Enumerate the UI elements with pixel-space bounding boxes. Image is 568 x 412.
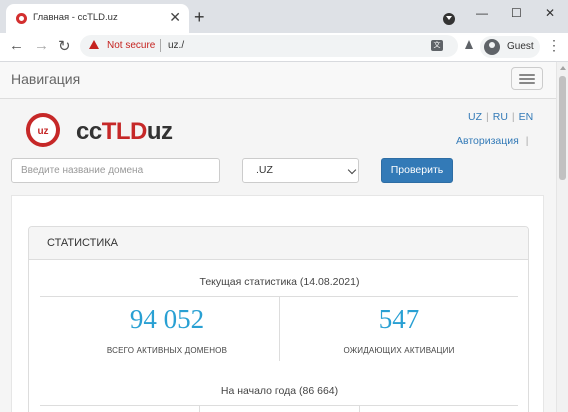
close-window-button[interactable]: ✕ [545, 6, 555, 20]
content-area: СТАТИСТИКА Текущая статистика (14.08.202… [11, 195, 544, 412]
address-separator [160, 39, 161, 52]
profile-label: Guest [507, 41, 534, 52]
browser-tab[interactable]: Главная - ccTLD.uz ✕ [6, 4, 189, 33]
zone-select[interactable]: .UZ [242, 158, 359, 183]
site-favicon-icon [16, 13, 27, 24]
active-domains-value: 94 052 [129, 304, 205, 334]
logo-text-tld: TLD [101, 118, 148, 145]
translate-icon[interactable]: 文 [431, 40, 443, 51]
hamburger-bar [519, 74, 535, 76]
menu-toggle-button[interactable] [511, 67, 543, 90]
browser-toolbar: ← → ↻ Not secure uz./ 文 Guest ⋮ [0, 33, 568, 62]
tab-title: Главная - ccTLD.uz [33, 12, 118, 23]
domain-search-input[interactable]: Введите название домена [11, 158, 220, 183]
avatar-icon [484, 39, 500, 55]
security-status[interactable]: Not secure [107, 40, 155, 51]
stats-title: СТАТИСТИКА [47, 237, 118, 249]
pending-value: 547 [378, 304, 420, 334]
address-bar[interactable]: Not secure uz./ 文 [80, 35, 458, 57]
back-button[interactable]: ← [9, 37, 24, 54]
column-divider [359, 405, 360, 412]
divider [40, 405, 518, 406]
logo-badge: uz [37, 126, 49, 137]
column-divider [199, 405, 200, 412]
browser-menu-icon[interactable]: ⋮ [547, 38, 561, 52]
check-domain-button[interactable]: Проверить [381, 158, 453, 183]
auth-link[interactable]: Авторизация [456, 135, 519, 147]
scroll-up-arrow-icon[interactable] [560, 66, 566, 70]
page-scrollbar[interactable] [556, 62, 568, 412]
logo-wordmark: ccTLDuz [76, 118, 173, 146]
language-switcher: UZ | RU | EN [468, 111, 534, 123]
hamburger-bar [519, 82, 535, 84]
stats-panel: СТАТИСТИКА Текущая статистика (14.08.202… [28, 226, 529, 412]
navbar-brand[interactable]: Навигация [11, 71, 80, 87]
new-tab-button[interactable]: + [194, 7, 205, 27]
auth-separator: | [525, 135, 529, 147]
logo-emblem-icon: uz [26, 113, 60, 147]
minimize-button[interactable]: — [476, 6, 488, 20]
warning-icon[interactable] [89, 40, 99, 49]
pending-label: ОЖИДАЮЩИХ АКТИВАЦИИ [343, 346, 455, 355]
page-body: uz ccTLDuz UZ | RU | EN Авторизация | Введит… [0, 99, 556, 412]
auth-area: Авторизация | [456, 135, 528, 147]
profile-button[interactable]: Guest [480, 36, 540, 58]
url-text[interactable]: uz./ [168, 40, 184, 51]
maximize-button[interactable]: ☐ [511, 6, 522, 20]
lang-ru-link[interactable]: RU [493, 111, 508, 123]
stats-panel-header: СТАТИСТИКА [29, 227, 528, 260]
current-stats-label: Текущая статистика (14.08.2021) [199, 276, 360, 288]
lang-en-link[interactable]: EN [519, 111, 534, 123]
active-domains-label: ВСЕГО АКТИВНЫХ ДОМЕНОВ [106, 346, 228, 355]
scrollbar-thumb[interactable] [559, 76, 566, 180]
site-navbar: Навигация [0, 62, 556, 99]
browser-tab-strip: Главная - ccTLD.uz ✕ + — ☐ ✕ [0, 0, 568, 33]
reload-button[interactable]: ↻ [58, 37, 71, 55]
tab-search-icon[interactable] [443, 13, 455, 25]
tab-close-icon[interactable]: ✕ [169, 9, 181, 25]
labs-icon[interactable] [465, 40, 473, 49]
year-start-label: На начало года (86 664) [220, 385, 339, 397]
forward-button[interactable]: → [34, 37, 49, 54]
hamburger-bar [519, 78, 535, 80]
site-logo[interactable]: uz ccTLDuz [24, 109, 174, 149]
logo-text-uz: uz [146, 118, 173, 145]
logo-text-cc: cc [76, 118, 102, 145]
lang-uz-link[interactable]: UZ [468, 111, 482, 123]
